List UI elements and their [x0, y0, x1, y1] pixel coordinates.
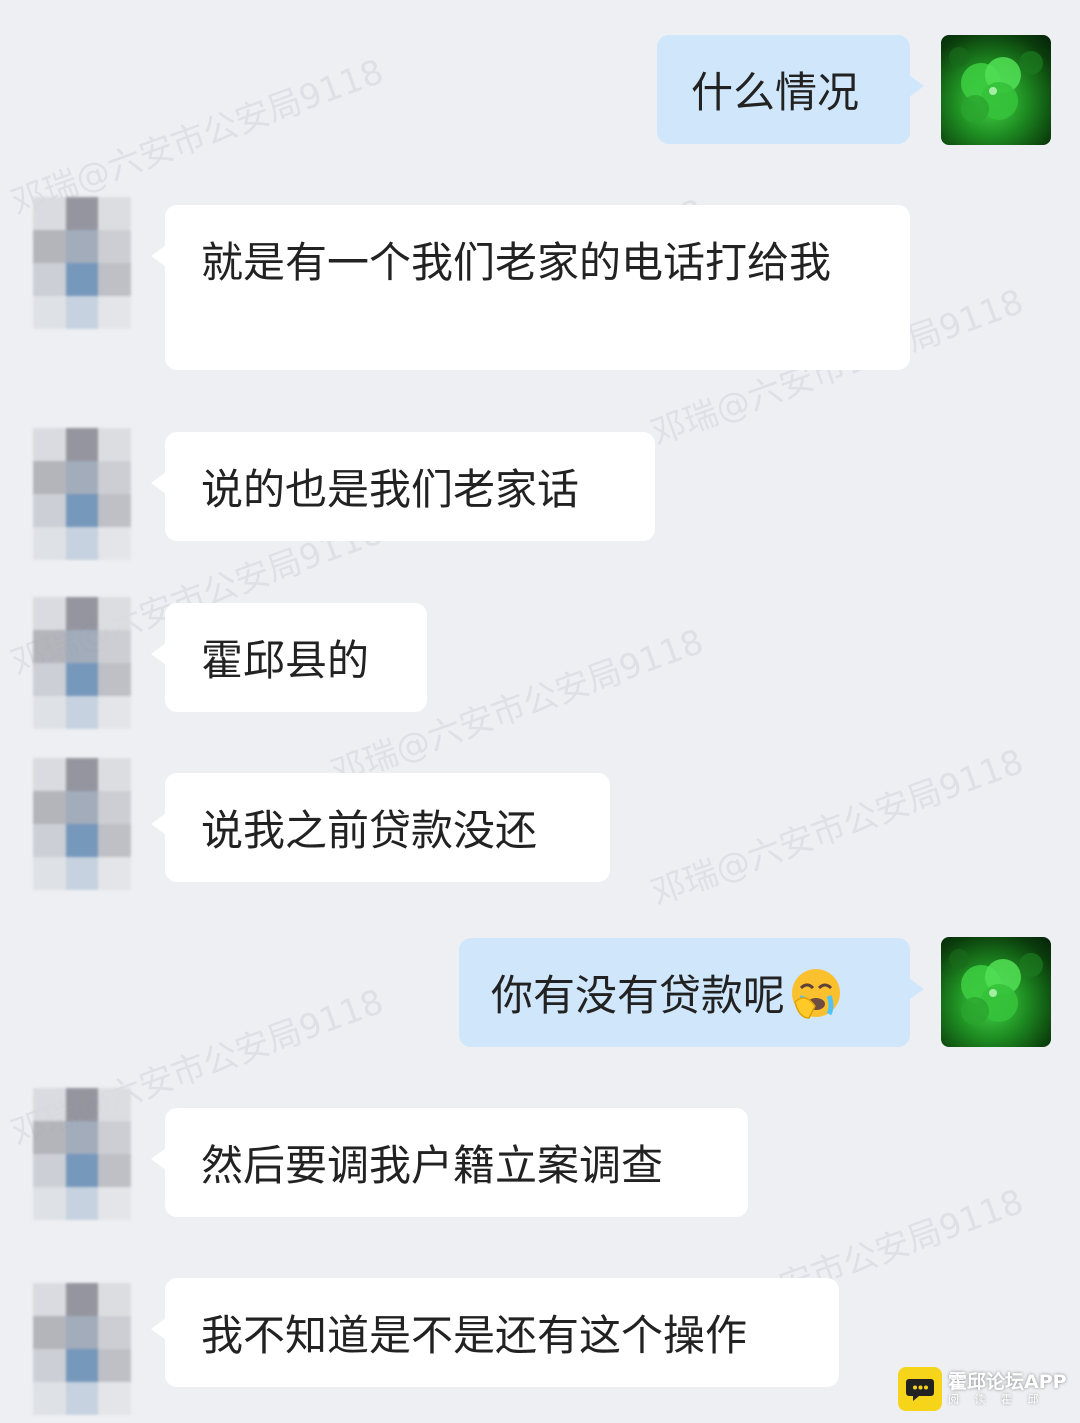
message-text: 然后要调我户籍立案调查	[201, 1141, 664, 1190]
message-text: 你有没有贷款呢	[491, 971, 786, 1020]
message-bubble-outgoing[interactable]: 什么情况	[657, 35, 924, 144]
message-bubble-incoming[interactable]: 然后要调我户籍立案调查	[151, 1108, 748, 1217]
message-text: 霍邱县的	[201, 636, 370, 685]
message-bubble-incoming[interactable]: 就是有一个我们老家的电话打给我	[151, 205, 910, 370]
contact-avatar-blurred[interactable]	[33, 597, 131, 729]
message-text: 就是有一个我们老家的电话打给我	[201, 238, 832, 287]
contact-avatar-blurred[interactable]	[33, 1088, 131, 1220]
brand-title: 霍邱论坛APP	[948, 1371, 1067, 1393]
message-bubble-incoming[interactable]: 说我之前贷款没还	[151, 773, 610, 882]
contact-avatar-blurred[interactable]	[33, 1283, 131, 1415]
message-bubble-incoming[interactable]: 说的也是我们老家话	[151, 432, 655, 541]
message-bubble-outgoing[interactable]: 你有没有贷款呢	[459, 938, 924, 1047]
contact-avatar-blurred[interactable]	[33, 758, 131, 890]
contact-avatar-blurred[interactable]	[33, 197, 131, 329]
chat-bubble-icon	[898, 1367, 942, 1411]
contact-avatar-blurred[interactable]	[33, 428, 131, 560]
watermark: 邓瑞@六安市公安局9118	[646, 741, 1029, 914]
brand-tagline: 阅 读 霍 邱	[948, 1393, 1045, 1406]
app-logo: 霍邱论坛APP 阅 读 霍 邱	[898, 1365, 1068, 1413]
user-avatar[interactable]	[941, 937, 1051, 1047]
message-text: 什么情况	[691, 68, 860, 117]
clover-image	[949, 47, 1043, 123]
user-avatar[interactable]	[941, 35, 1051, 145]
message-text: 说的也是我们老家话	[201, 465, 580, 514]
face-palm-crying-icon	[792, 969, 841, 1019]
message-bubble-incoming[interactable]: 霍邱县的	[151, 603, 427, 712]
message-bubble-incoming[interactable]: 我不知道是不是还有这个操作	[151, 1278, 839, 1387]
message-text: 我不知道是不是还有这个操作	[201, 1311, 748, 1360]
clover-image	[949, 949, 1043, 1025]
message-text: 说我之前贷款没还	[201, 806, 538, 855]
